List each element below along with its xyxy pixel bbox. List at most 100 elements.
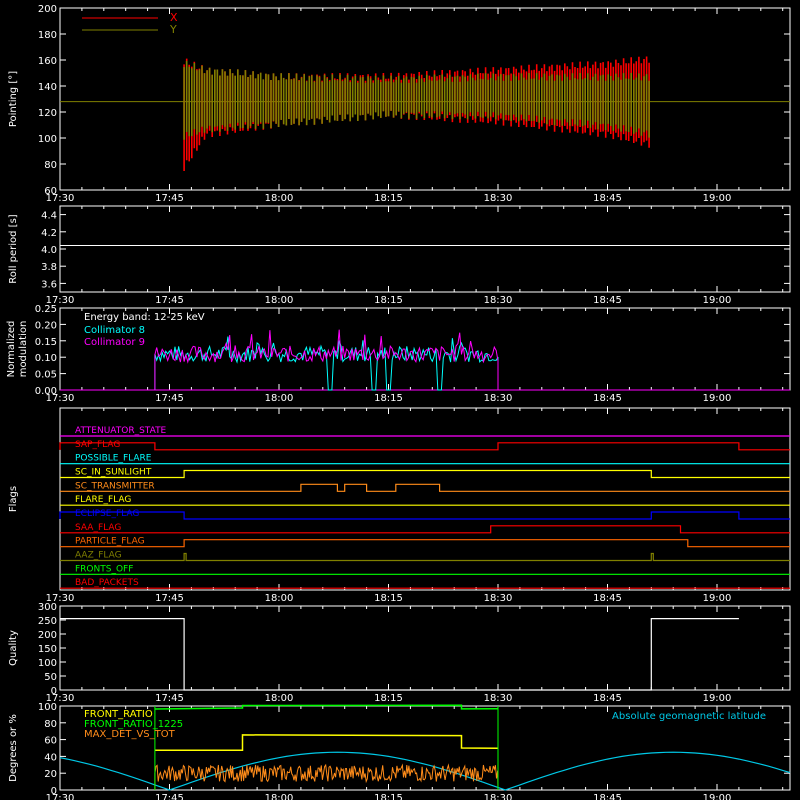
x-tick-label: 18:15 [374,693,403,704]
y-tick-label: 80 [44,719,57,730]
y-tick-label: 200 [38,4,57,15]
y-tick-label: 120 [38,108,57,119]
y-tick-label: 250 [38,616,57,627]
x-tick-label: 18:45 [593,295,622,306]
y-tick-label: 0 [51,686,57,697]
y-tick-label: 160 [38,56,57,67]
x-tick-label: 18:00 [265,593,294,604]
x-tick-label: 18:30 [484,295,513,306]
flags-panel-frame [59,407,791,591]
legend-label-y: Y [169,23,177,36]
y-tick-label: 4.4 [41,211,57,222]
x-tick-label: 17:45 [155,593,184,604]
x-tick-label: 17:45 [155,393,184,404]
y-tick-label: 50 [44,672,57,683]
flag-line-sc-transmitter [60,483,790,492]
quality-series [60,618,739,691]
x-tick-label: 17:45 [155,793,184,800]
modulation-series-collimator8 [154,336,499,391]
x-tick-label: 18:15 [374,295,403,306]
y-axis-label: Normalized [6,321,17,378]
flag-line-aaz-flag [60,552,790,562]
flag-label: AAZ_FLAG [75,551,122,561]
energy-band-annotation: Energy band: 12-25 keV [84,312,205,323]
y-tick-label: 180 [38,30,57,41]
flag-label: PARTICLE_FLAG [75,537,145,547]
y-axis-label: Degrees or % [8,714,19,782]
flag-label: SC_IN_SUNLIGHT [75,468,152,478]
x-tick-label: 18:00 [265,693,294,704]
flag-label: ATTENUATOR_STATE [75,426,167,436]
flag-line-sc-in-sunlight [60,469,790,479]
y-tick-label: 0.15 [35,337,57,348]
flag-label: BAD_PACKETS [75,578,139,588]
flag-line-sap-flag [59,442,790,451]
flag-label: SAA_FLAG [75,523,121,533]
y-axis-label: Roll period [s] [8,214,19,283]
y-tick-label: 100 [38,658,57,669]
x-tick-label: 18:00 [265,193,294,204]
x-tick-label: 18:15 [374,193,403,204]
x-tick-label: 18:30 [484,793,513,800]
x-tick-label: 18:45 [593,793,622,800]
x-tick-label: 19:00 [703,593,732,604]
x-tick-label: 18:30 [484,393,513,404]
y-axis-label: Flags [8,486,19,512]
y-tick-label: 20 [44,769,57,780]
y-tick-label: 0 [51,786,57,797]
flag-label: POSSIBLE_FLARE [75,454,152,464]
y-tick-label: 300 [38,602,57,613]
y-tick-label: 140 [38,82,57,93]
chart-figure: 17:30 17:45 18:00 18:15 18:30 18:45 19:0060801… [6,4,791,800]
x-tick-label: 17:45 [155,295,184,306]
y-tick-label: 150 [38,644,57,655]
x-tick-label: 18:00 [265,393,294,404]
x-tick-label: 18:30 [484,193,513,204]
roll-period-panel-frame [59,205,791,293]
y-tick-label: 3.8 [41,262,57,273]
geomag-legend-label: Absolute geomagnetic latitude [612,711,766,722]
legend-label-collimator8: Collimator 8 [84,325,145,336]
x-tick-label: 18:00 [265,793,294,800]
x-tick-label: 17:45 [155,693,184,704]
y-axis-label-line2: modulation [18,321,29,378]
y-tick-label: 4.2 [41,228,57,239]
y-axis-label: Pointing [°] [8,71,19,127]
x-tick-label: 19:00 [703,793,732,800]
x-tick-label: 18:30 [484,693,513,704]
x-tick-label: 17:45 [155,193,184,204]
x-tick-label: 18:30 [484,593,513,604]
x-tick-label: 18:45 [593,393,622,404]
y-tick-label: 4.0 [41,245,57,256]
y-tick-label: 0.25 [35,304,57,315]
y-tick-label: 60 [44,736,57,747]
flag-label: FRONTS_OFF [75,564,133,574]
x-tick-label: 19:00 [703,295,732,306]
x-tick-label: 18:45 [593,193,622,204]
legend-label-collimator9: Collimator 9 [84,337,145,348]
x-tick-label: 19:00 [703,193,732,204]
flag-line-particle-flag [60,539,790,548]
y-tick-label: 0.10 [35,353,57,364]
y-tick-label: 40 [44,752,57,763]
x-tick-label: 18:15 [374,793,403,800]
flag-line-eclipse-flag [59,511,790,520]
y-tick-label: 0.00 [35,386,57,397]
x-tick-label: 19:00 [703,693,732,704]
legend-label: MAX_DET_VS_TOT [84,729,176,740]
y-tick-label: 3.6 [41,279,57,290]
flag-line-saa-flag [60,525,790,534]
y-tick-label: 60 [44,186,57,197]
y-tick-label: 0.05 [35,370,57,381]
y-tick-label: 100 [38,702,57,713]
y-axis-label: Quality [8,630,19,666]
y-tick-label: 80 [44,160,57,171]
y-tick-label: 0.20 [35,320,57,331]
front-ratio-series [154,734,499,752]
x-tick-label: 18:15 [374,393,403,404]
x-tick-label: 18:45 [593,593,622,604]
flag-label: SC_TRANSMITTER [75,481,155,491]
flag-label: FLARE_FLAG [75,495,131,505]
flag-label: ECLIPSE_FLAG [75,509,139,519]
x-tick-label: 19:00 [703,393,732,404]
